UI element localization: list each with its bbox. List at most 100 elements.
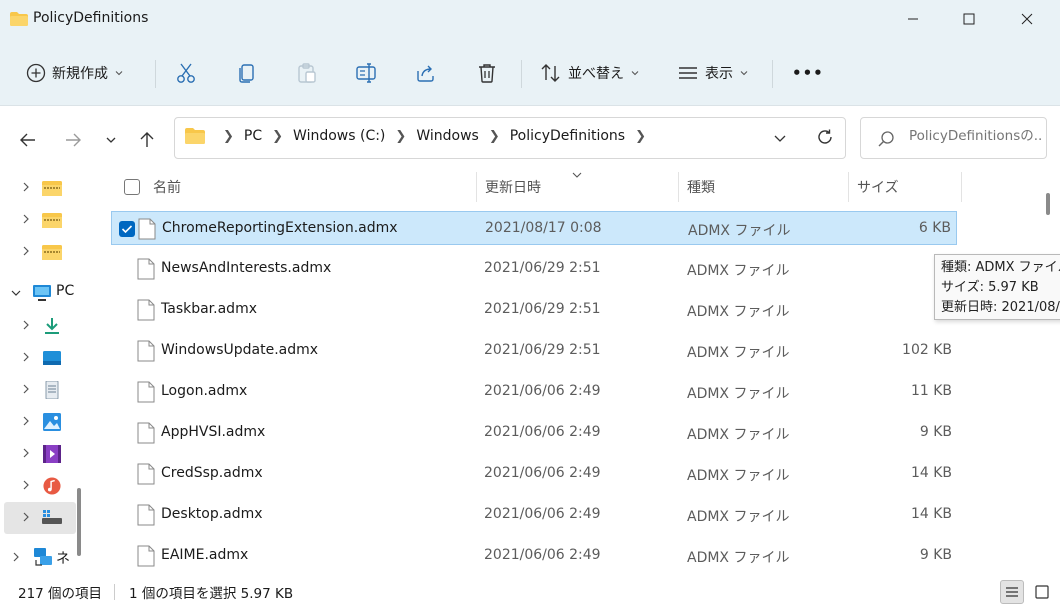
address-bar[interactable]: ❯ PC ❯ Windows (C:) ❯ Windows ❯ PolicyDe…: [174, 117, 846, 159]
nav-item-network[interactable]: ネ: [0, 542, 88, 574]
column-header-size[interactable]: サイズ: [857, 168, 899, 206]
back-button[interactable]: [16, 128, 40, 152]
file-tooltip: 種類: ADMX ファイル サイズ: 5.97 KB 更新日時: 2021/08…: [934, 254, 1060, 320]
file-name: Logon.admx: [161, 383, 248, 399]
nav-item-downloads[interactable]: [0, 310, 88, 342]
file-name: EAIME.admx: [161, 547, 249, 563]
maximize-button[interactable]: [944, 0, 994, 38]
refresh-icon[interactable]: [816, 128, 834, 146]
file-date: 2021/06/29 2:51: [484, 301, 601, 317]
chevron-right-icon: [23, 480, 29, 490]
view-button[interactable]: 表示: [677, 56, 749, 90]
column-divider[interactable]: [476, 172, 477, 202]
column-divider[interactable]: [961, 172, 962, 202]
details-view-icon: [1006, 587, 1018, 597]
rename-button[interactable]: [355, 56, 377, 90]
chevron-down-icon: [11, 290, 21, 296]
address-history-chevron-icon[interactable]: [773, 131, 787, 145]
column-header-date[interactable]: 更新日時: [485, 168, 541, 206]
new-button[interactable]: 新規作成: [26, 56, 124, 90]
file-list: 名前 更新日時 種類 サイズ ChromeReportingExtension.…: [88, 168, 1060, 578]
nav-item-desktop[interactable]: [0, 342, 88, 374]
nav-scrollbar[interactable]: [77, 488, 81, 556]
nav-item-music[interactable]: [0, 470, 88, 502]
tooltip-modified: 更新日時: 2021/08/17 0:08: [941, 300, 1060, 315]
up-button[interactable]: [135, 128, 159, 152]
large-icons-view-button[interactable]: [1030, 580, 1054, 604]
search-box[interactable]: [860, 117, 1047, 159]
file-size: 9 KB: [919, 547, 952, 563]
breadcrumb-windows-c[interactable]: Windows (C:): [293, 128, 385, 144]
delete-button[interactable]: [476, 56, 498, 90]
toolbar-divider: [772, 60, 773, 88]
file-name: CredSsp.admx: [161, 465, 263, 481]
chevron-right-icon: ❯: [635, 128, 646, 144]
zip-folder-icon: [42, 181, 62, 196]
file-list-scrollbar[interactable]: [1046, 193, 1050, 215]
file-row[interactable]: ChromeReportingExtension.admx 2021/08/17 …: [111, 211, 957, 245]
status-bar: 217 個の項目 1 個の項目を選択 5.97 KB: [0, 578, 1060, 606]
file-row[interactable]: CredSsp.admx 2021/06/06 2:49 ADMX ファイル 14 K…: [111, 457, 957, 491]
column-header-type[interactable]: 種類: [687, 168, 715, 206]
scissors-icon: [177, 63, 195, 83]
sort-button[interactable]: 並べ替え: [540, 56, 640, 90]
sort-label: 並べ替え: [568, 66, 624, 82]
copy-button[interactable]: [236, 56, 258, 90]
file-size: 14 KB: [910, 465, 952, 481]
chevron-right-icon: [23, 320, 29, 330]
nav-item-videos[interactable]: [0, 438, 88, 470]
nav-item-folder[interactable]: [0, 204, 88, 236]
column-divider[interactable]: [848, 172, 849, 202]
search-icon: [878, 131, 894, 147]
file-row[interactable]: Taskbar.admx2021/06/29 2:51ADMX ファイル17: [111, 293, 957, 327]
chevron-down-icon: [115, 71, 123, 76]
nav-item-folder[interactable]: [0, 236, 88, 268]
more-options-button[interactable]: •••: [792, 56, 824, 90]
minimize-button[interactable]: [888, 0, 938, 38]
file-date: 2021/06/29 2:51: [484, 342, 601, 358]
chevron-right-icon: [23, 214, 29, 224]
close-button[interactable]: [1002, 0, 1052, 38]
details-view-button[interactable]: [1000, 580, 1024, 604]
file-icon: [138, 218, 156, 240]
search-input[interactable]: [909, 128, 1043, 144]
nav-item-folder[interactable]: [0, 172, 88, 204]
recent-locations-button[interactable]: [99, 128, 123, 152]
breadcrumb-pc[interactable]: PC: [244, 128, 262, 144]
nav-item-pc[interactable]: PC: [0, 277, 88, 309]
breadcrumb-windows[interactable]: Windows: [416, 128, 479, 144]
column-divider[interactable]: [678, 172, 679, 202]
file-date: 2021/06/06 2:49: [484, 547, 601, 563]
breadcrumb-policydefinitions[interactable]: PolicyDefinitions: [510, 128, 625, 144]
cut-button[interactable]: [175, 56, 197, 90]
large-icons-view-icon: [1035, 585, 1049, 599]
selection-info: 1 個の項目を選択 5.97 KB: [129, 586, 294, 602]
file-row[interactable]: Desktop.admx 2021/06/06 2:49 ADMX ファイル 14 K…: [111, 498, 957, 532]
select-all-checkbox[interactable]: [124, 179, 140, 195]
file-row[interactable]: Logon.admx 2021/06/06 2:49 ADMX ファイル 11 KB: [111, 375, 957, 409]
column-header-name[interactable]: 名前: [153, 168, 181, 206]
nav-item-documents[interactable]: [0, 374, 88, 406]
file-row[interactable]: NewsAndInterests.admx 2021/06/29 2:51 ADMX…: [111, 252, 957, 286]
nav-item-drive[interactable]: [4, 502, 76, 534]
file-name: WindowsUpdate.admx: [161, 342, 319, 358]
chevron-right-icon: [13, 552, 19, 562]
chevron-right-icon: [23, 416, 29, 426]
file-row[interactable]: WindowsUpdate.admx 2021/06/29 2:51 ADMX ファ…: [111, 334, 957, 368]
new-label: 新規作成: [52, 66, 108, 82]
file-date: 2021/06/06 2:49: [484, 383, 601, 399]
zip-folder-icon: [42, 245, 62, 260]
toolbar-divider: [155, 60, 156, 88]
file-row[interactable]: EAIME.admx 2021/06/06 2:49 ADMX ファイル 9 KB: [111, 539, 957, 573]
file-type: ADMX ファイル: [688, 223, 791, 239]
paste-button[interactable]: [296, 56, 318, 90]
row-checkbox[interactable]: [119, 221, 135, 237]
share-button[interactable]: [415, 56, 437, 90]
chevron-right-icon: ❯: [272, 128, 284, 144]
nav-item-pictures[interactable]: [0, 406, 88, 438]
forward-button[interactable]: [61, 128, 85, 152]
file-date: 2021/08/17 0:08: [485, 220, 602, 236]
file-icon: [137, 422, 155, 444]
file-row[interactable]: AppHVSI.admx 2021/06/06 2:49 ADMX ファイル 9 KB: [111, 416, 957, 450]
chevron-right-icon: [23, 384, 29, 394]
